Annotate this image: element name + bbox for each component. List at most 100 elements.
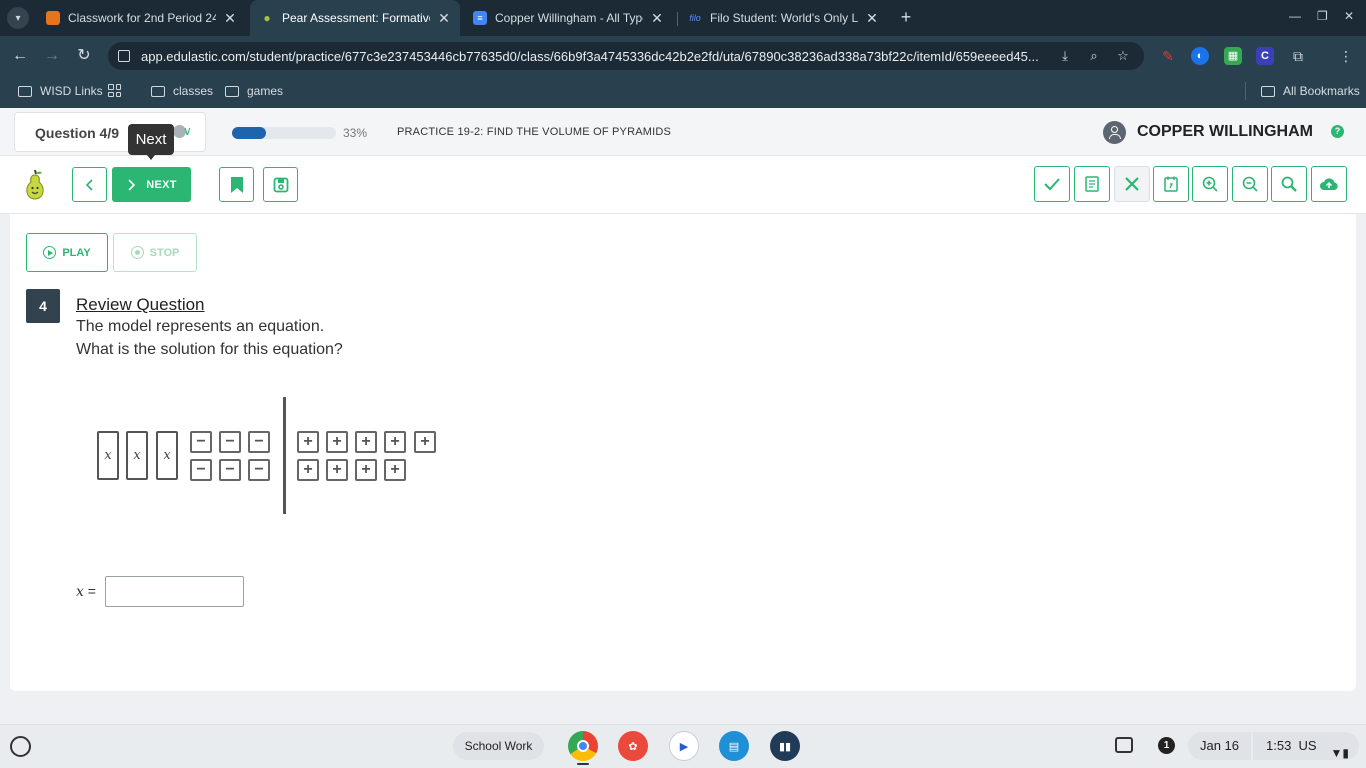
wifi-battery-icon: ▼▮	[1330, 746, 1349, 760]
next-button[interactable]: NEXT	[112, 167, 191, 202]
negative-unit-tile: −	[190, 459, 212, 481]
c-extension-icon[interactable]: C	[1256, 47, 1274, 65]
browser-toolbar: ← → ↻ app.edulastic.com/student/practice…	[0, 36, 1366, 76]
answer-equals: =	[83, 583, 96, 599]
address-bar[interactable]: app.edulastic.com/student/practice/677c3…	[108, 42, 1144, 70]
desk-button[interactable]: School Work	[453, 732, 544, 760]
bookmark-label: All Bookmarks	[1283, 84, 1360, 98]
negative-unit-tile: −	[190, 431, 212, 453]
site-info-icon[interactable]	[118, 50, 130, 62]
analytics-app-icon[interactable]: ▮▮	[770, 731, 800, 761]
answer-input[interactable]	[105, 576, 244, 607]
tab-classwork[interactable]: Classwork for 2nd Period 24-25 ✕	[36, 0, 246, 36]
running-indicator	[577, 763, 589, 765]
save-button[interactable]	[263, 167, 298, 202]
date-display[interactable]: Jan 16	[1188, 732, 1251, 760]
pear-logo-icon	[26, 169, 44, 200]
zoom-in-button[interactable]	[1192, 166, 1228, 202]
calculator-button[interactable]	[1153, 166, 1189, 202]
user-name[interactable]: COPPER WILLINGHAM	[1137, 123, 1313, 141]
tab-pear-assessment[interactable]: ● Pear Assessment: Formative asse ✕	[250, 0, 460, 36]
notepad-icon	[1085, 176, 1099, 192]
tab-docs[interactable]: ≡ Copper Willingham - All Types ✕	[463, 0, 673, 36]
play-label: PLAY	[62, 246, 91, 259]
close-tab-icon[interactable]: ✕	[864, 10, 880, 27]
question-selector-label: Question 4/9	[35, 125, 120, 141]
all-bookmarks[interactable]: All Bookmarks	[1261, 84, 1360, 98]
back-arrow-icon[interactable]: ←	[10, 46, 30, 66]
screencastify-app-icon[interactable]: ▶	[669, 731, 699, 761]
equals-divider	[283, 397, 286, 514]
zoom-out-icon	[1242, 176, 1258, 192]
bookmark-games[interactable]: games	[225, 84, 283, 98]
bookmark-label: games	[247, 84, 284, 98]
pen-extension-icon[interactable]: ✎	[1159, 47, 1177, 65]
bookmark-star-icon[interactable]: ☆	[1114, 47, 1132, 65]
chevron-right-icon	[128, 178, 136, 191]
play-audio-button[interactable]: PLAY	[26, 233, 108, 272]
question-selector[interactable]: Question 4/9 ∨	[14, 112, 206, 152]
close-tab-icon[interactable]: ✕	[436, 10, 452, 27]
zoom-out-button[interactable]	[1232, 166, 1268, 202]
question-card	[10, 214, 1356, 691]
classroom-app-icon[interactable]: ▤	[719, 731, 749, 761]
apps-shortcut[interactable]	[108, 84, 121, 97]
pear-favicon-icon: ●	[263, 11, 271, 25]
close-tab-icon[interactable]: ✕	[649, 10, 665, 27]
negative-unit-tile: −	[248, 459, 270, 481]
question-text-line-1: The model represents an equation.	[76, 318, 325, 335]
next-tooltip: Next	[128, 124, 174, 160]
previous-button[interactable]	[72, 167, 107, 202]
bookmark-classes[interactable]: classes	[151, 84, 213, 98]
stop-audio-button[interactable]: STOP	[113, 233, 197, 272]
bookmark-wisd-links[interactable]: WISD Links	[18, 84, 103, 98]
scratchpad-button[interactable]	[1074, 166, 1110, 202]
close-window-icon[interactable]: ✕	[1344, 9, 1354, 23]
positive-unit-tile: +	[355, 459, 377, 481]
check-answer-button[interactable]	[1034, 166, 1070, 202]
extensions-puzzle-icon[interactable]: ⧉	[1289, 47, 1307, 65]
tab-search-button[interactable]: ▾	[7, 7, 29, 29]
negative-unit-tile: −	[219, 459, 241, 481]
phone-hub-icon[interactable]	[1115, 737, 1133, 753]
managed-folder-icon	[18, 85, 32, 97]
magnifier-button[interactable]	[1271, 166, 1307, 202]
answer-eliminator-button[interactable]	[1114, 166, 1150, 202]
bookmark-label: classes	[173, 84, 214, 98]
url-text[interactable]: app.edulastic.com/student/practice/677c3…	[141, 49, 1056, 64]
launcher-icon[interactable]	[10, 736, 31, 757]
chevron-down-icon[interactable]: ∨	[183, 124, 192, 138]
forward-arrow-icon[interactable]: →	[42, 46, 62, 66]
browser-tab-strip: ▾ Classwork for 2nd Period 24-25 ✕ ● Pea…	[0, 0, 1366, 36]
positive-unit-tile: +	[384, 459, 406, 481]
close-tab-icon[interactable]: ✕	[222, 10, 238, 27]
chrome-app-icon[interactable]	[568, 731, 598, 761]
classroom-extension-icon[interactable]: ▦	[1224, 47, 1242, 65]
screencast-extension-icon[interactable]: ◐	[1191, 47, 1209, 65]
user-avatar-icon[interactable]	[1103, 121, 1126, 144]
next-label: NEXT	[146, 178, 177, 191]
status-tray[interactable]: 1:53 US ▼▮	[1253, 732, 1359, 760]
zoom-icon[interactable]: ⌕	[1085, 47, 1103, 65]
canvas-paint-app-icon[interactable]: ✿	[618, 731, 648, 761]
help-icon[interactable]: ?	[1331, 125, 1344, 138]
notification-count-badge[interactable]: 1	[1158, 737, 1175, 754]
answer-variable: x	[76, 584, 84, 600]
folder-icon	[151, 85, 165, 97]
apps-grid-icon	[108, 84, 121, 97]
docs-favicon-icon: ≡	[473, 11, 487, 25]
browser-menu-icon[interactable]: ⋮	[1337, 47, 1355, 65]
install-app-icon[interactable]: ⤓	[1056, 47, 1074, 65]
reload-icon[interactable]: ↻	[74, 46, 94, 66]
submit-upload-button[interactable]	[1311, 166, 1347, 202]
bookmark-question-button[interactable]	[219, 167, 254, 202]
restore-icon[interactable]: ❐	[1317, 9, 1328, 23]
negative-unit-tile: −	[248, 431, 270, 453]
positive-unit-tile: +	[326, 431, 348, 453]
tab-filo[interactable]: filo Filo Student: World's Only Live In …	[678, 0, 888, 36]
classroom-favicon-icon	[46, 11, 60, 25]
bookmark-label: WISD Links	[40, 84, 103, 98]
minimize-icon[interactable]: —	[1289, 9, 1301, 23]
new-tab-button[interactable]: +	[896, 8, 916, 28]
bookmark-icon	[230, 176, 243, 193]
